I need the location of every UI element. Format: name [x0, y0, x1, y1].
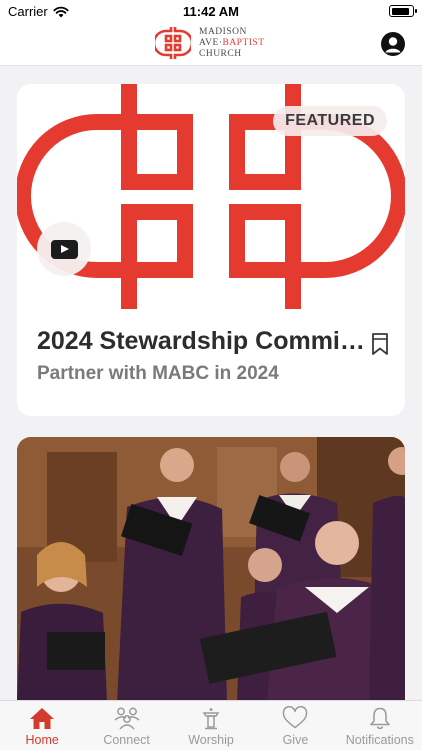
play-video-icon	[50, 239, 78, 259]
featured-video-thumbnail[interactable]: FEATURED	[17, 84, 405, 309]
logo-line-1: MADISON	[199, 26, 247, 37]
tab-home[interactable]: Home	[0, 701, 84, 750]
featured-title: 2024 Stewardship Commit...	[37, 327, 367, 355]
tab-label-give: Give	[282, 733, 309, 747]
video-indicator[interactable]	[37, 222, 91, 276]
home-icon	[30, 708, 55, 729]
tab-worship[interactable]: Worship	[169, 701, 253, 750]
tab-label-worship: Worship	[188, 733, 234, 747]
pulpit-icon	[202, 708, 220, 730]
tab-label-home: Home	[25, 733, 59, 747]
bookmark-icon[interactable]	[371, 332, 389, 356]
person-circle-icon	[385, 37, 401, 53]
heart-icon	[283, 706, 308, 729]
profile-button[interactable]	[381, 32, 405, 56]
tab-notifications[interactable]: Notifications	[338, 701, 422, 750]
logo-word-baptist: BAPTIST	[222, 37, 265, 48]
featured-subtitle: Partner with MABC in 2024	[37, 363, 279, 384]
tab-label-notifications: Notifications	[345, 733, 414, 747]
featured-card[interactable]: FEATURED 2024 Stewardship Commit... Part…	[17, 84, 405, 416]
logo-line-2: AVE·BAPTIST	[199, 37, 265, 48]
logo-wordmark: MADISON AVE·BAPTIST CHURCH	[199, 27, 265, 60]
status-time: 11:42 AM	[183, 4, 239, 19]
bell-icon	[370, 707, 390, 730]
featured-badge: FEATURED	[273, 106, 387, 136]
tab-bar: Home Connect Worship Give Notifications	[0, 700, 422, 750]
tab-label-connect: Connect	[103, 733, 150, 747]
battery-icon	[389, 5, 417, 17]
tab-give[interactable]: Give	[253, 701, 337, 750]
people-icon	[114, 707, 140, 730]
battery-level	[391, 7, 409, 15]
status-bar: Carrier 11:42 AM	[0, 0, 422, 22]
logo-line-3: CHURCH	[199, 48, 242, 59]
choir-photo-card[interactable]	[17, 437, 405, 702]
tab-connect[interactable]: Connect	[84, 701, 168, 750]
church-cross-logo-icon	[155, 27, 191, 59]
church-logo[interactable]: MADISON AVE·BAPTIST CHURCH	[155, 25, 265, 61]
logo-word-ave: AVE	[199, 37, 219, 48]
app-header: MADISON AVE·BAPTIST CHURCH	[0, 22, 422, 66]
choir-singers-photo	[17, 437, 405, 702]
